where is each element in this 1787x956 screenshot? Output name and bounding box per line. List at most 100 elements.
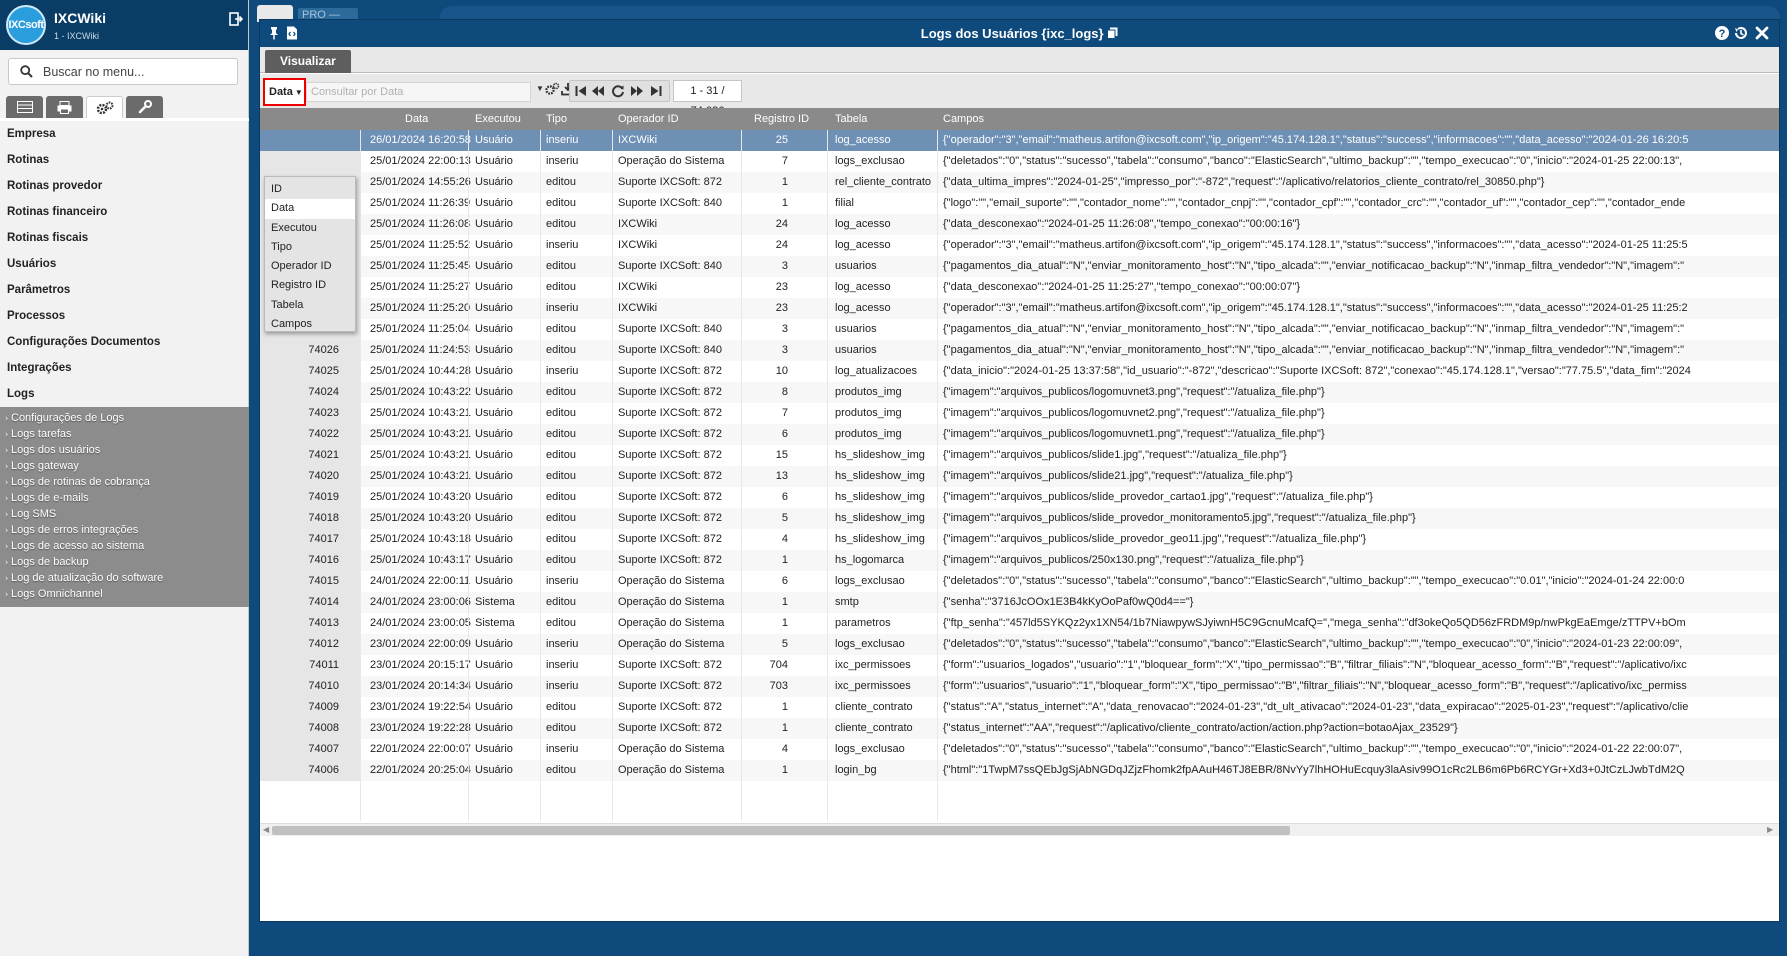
cell-executou: Usuário <box>475 239 513 251</box>
copy-icon[interactable] <box>1107 27 1118 39</box>
table-row[interactable]: 74012 23/01/2024 22:00:09 Usuário inseriu Op… <box>260 634 1779 655</box>
submenu-item[interactable]: › Logs de acesso ao sistema <box>0 538 249 554</box>
menu-item-logs[interactable]: Logs <box>0 381 249 407</box>
menu-item-processos[interactable]: Processos <box>0 303 249 329</box>
filter-column-select[interactable]: Data ▼ <box>263 78 306 106</box>
submenu-item[interactable]: › Log de atualização do software <box>0 570 249 586</box>
table-row[interactable]: 74011 23/01/2024 20:15:17 Usuário inseriu Su… <box>260 655 1779 676</box>
submenu-item[interactable]: › Log SMS <box>0 506 249 522</box>
first-page-icon[interactable] <box>574 84 588 98</box>
table-row[interactable]: 25/01/2024 14:55:26 Usuário editou Suporte … <box>260 172 1779 193</box>
menu-item-rotinas-provedor[interactable]: Rotinas provedor <box>0 173 249 199</box>
table-row[interactable]: 7403025/01/2024 11:25:45UsuárioeditouSup… <box>260 256 1779 277</box>
table-row[interactable]: 25/01/2024 11:26:39 Usuário editou Suporte … <box>260 193 1779 214</box>
submenu-item[interactable]: › Logs gateway <box>0 458 249 474</box>
option-registro-id[interactable]: Registro ID <box>265 276 355 295</box>
previous-page-icon[interactable] <box>591 84 605 98</box>
window-titlebar[interactable]: Logs dos Usuários {ixc_logs} ? <box>260 20 1779 47</box>
table-row[interactable]: 74008 23/01/2024 19:22:28 Usuário editou Sup… <box>260 718 1779 739</box>
table-row[interactable]: 74006 22/01/2024 20:25:04 Usuário editou Ope… <box>260 760 1779 781</box>
table-row[interactable]: 7402925/01/2024 11:25:27UsuárioeditouIXC… <box>260 277 1779 298</box>
next-page-icon[interactable] <box>630 84 644 98</box>
menu-item-rotinas[interactable]: Rotinas <box>0 147 249 173</box>
table-row[interactable]: 25/01/2024 11:25:52 Usuário inseriu IXCWiki… <box>260 235 1779 256</box>
filter-dropdown-icon[interactable]: ▼ <box>536 84 544 93</box>
table-row[interactable]: 7402825/01/2024 11:25:20UsuárioinseriuIX… <box>260 298 1779 319</box>
help-icon[interactable]: ? <box>1714 25 1730 41</box>
close-icon[interactable] <box>1754 25 1770 41</box>
scrollbar-thumb[interactable] <box>272 826 1290 835</box>
cell-id: 74017 <box>260 529 360 550</box>
table-row[interactable]: 74020 25/01/2024 10:43:21 Usuário editou Sup… <box>260 466 1779 487</box>
option-id[interactable]: ID <box>265 180 355 199</box>
tab-visualizar[interactable]: Visualizar <box>265 50 351 73</box>
table-row[interactable]: 74025 25/01/2024 10:44:28 Usuário inseriu Su… <box>260 361 1779 382</box>
submenu-item[interactable]: › Logs Omnichannel <box>0 586 249 602</box>
column-header-operador-id[interactable]: Operador ID <box>618 108 679 130</box>
table-row[interactable]: 74026 25/01/2024 11:24:53 Usuário editou Sup… <box>260 340 1779 361</box>
cell-registro-id: 25 <box>775 134 788 146</box>
cell-tipo: inseriu <box>546 575 579 587</box>
option-executou[interactable]: Executou <box>265 219 355 238</box>
submenu-item[interactable]: › Logs de backup <box>0 554 249 570</box>
column-header-tabela[interactable]: Tabela <box>835 108 867 130</box>
menu-item-rotinas-fiscais[interactable]: Rotinas fiscais <box>0 225 249 251</box>
table-row[interactable]: 74024 25/01/2024 10:43:22 Usuário editou Sup… <box>260 382 1779 403</box>
option-operador-id[interactable]: Operador ID <box>265 257 355 276</box>
submenu-item[interactable]: › Logs tarefas <box>0 426 249 442</box>
submenu-item[interactable]: › Logs de e-mails <box>0 490 249 506</box>
table-row[interactable]: 74014 24/01/2024 23:00:06 Sistema editou Ope… <box>260 592 1779 613</box>
scroll-left-icon[interactable]: ◀ <box>263 825 269 834</box>
submenu-item[interactable]: › Logs de erros integrações <box>0 522 249 538</box>
tab-settings[interactable] <box>86 96 123 118</box>
column-header-registro-id[interactable]: Registro ID <box>754 108 809 130</box>
table-row[interactable]: 74023 25/01/2024 10:43:21 Usuário editou Sup… <box>260 403 1779 424</box>
submenu-item[interactable]: › Logs dos usuários <box>0 442 249 458</box>
table-row[interactable]: 74016 25/01/2024 10:43:17 Usuário editou Sup… <box>260 550 1779 571</box>
menu-item-rotinas-financeiro[interactable]: Rotinas financeiro <box>0 199 249 225</box>
column-header-campos[interactable]: Campos <box>943 108 984 130</box>
option-data[interactable]: Data <box>265 199 355 219</box>
submenu-item[interactable]: › Logs de rotinas de cobrança <box>0 474 249 490</box>
scroll-right-icon[interactable]: ▶ <box>1767 825 1773 834</box>
menu-item-empresa[interactable]: Empresa <box>0 121 249 147</box>
logout-icon[interactable] <box>229 12 243 26</box>
table-row[interactable]: 74017 25/01/2024 10:43:18 Usuário editou Sup… <box>260 529 1779 550</box>
advanced-filter-icon[interactable] <box>544 81 560 97</box>
table-row[interactable]: 74007 22/01/2024 22:00:07 Usuário inseriu Op… <box>260 739 1779 760</box>
menu-item-usuarios[interactable]: Usuários <box>0 251 249 277</box>
table-row[interactable]: 7402725/01/2024 11:25:04UsuárioeditouSup… <box>260 319 1779 340</box>
menu-item-parametros[interactable]: Parâmetros <box>0 277 249 303</box>
option-tabela[interactable]: Tabela <box>265 296 355 315</box>
cell-tabela: usuarios <box>835 344 877 356</box>
tab-list[interactable] <box>6 96 43 118</box>
column-header-data[interactable]: Data <box>405 108 428 130</box>
column-header-tipo[interactable]: Tipo <box>546 108 567 130</box>
table-row[interactable]: 74010 23/01/2024 20:14:34 Usuário inseriu Su… <box>260 676 1779 697</box>
table-row[interactable]: 74009 23/01/2024 19:22:54 Usuário editou Sup… <box>260 697 1779 718</box>
table-row[interactable]: 74021 25/01/2024 10:43:21 Usuário editou Sup… <box>260 445 1779 466</box>
table-row[interactable]: 26/01/2024 16:20:58 Usuário inseriu IXCWiki… <box>260 130 1779 151</box>
menu-search-input[interactable]: Buscar no menu... <box>8 58 238 85</box>
table-row[interactable]: 74015 24/01/2024 22:00:11 Usuário inseriu Op… <box>260 571 1779 592</box>
tab-tools[interactable] <box>126 96 163 118</box>
table-row[interactable]: 74013 24/01/2024 23:00:05 Sistema editou Ope… <box>260 613 1779 634</box>
history-icon[interactable] <box>1733 25 1749 41</box>
table-row[interactable]: 25/01/2024 11:26:08 Usuário editou IXCWiki 2… <box>260 214 1779 235</box>
menu-item-configuracoes-documentos[interactable]: Configurações Documentos <box>0 329 249 355</box>
table-row[interactable]: 74018 25/01/2024 10:43:20 Usuário editou Sup… <box>260 508 1779 529</box>
submenu-item[interactable]: › Configurações de Logs <box>0 410 249 426</box>
menu-item-integracoes[interactable]: Integrações <box>0 355 249 381</box>
cell-executou: Usuário <box>475 134 513 146</box>
table-row[interactable]: 74019 25/01/2024 10:43:20 Usuário editou Sup… <box>260 487 1779 508</box>
column-header-executou[interactable]: Executou <box>475 108 521 130</box>
horizontal-scrollbar[interactable]: ◀ ▶ <box>260 823 1779 836</box>
option-tipo[interactable]: Tipo <box>265 238 355 257</box>
filter-search-input[interactable]: Consultar por Data <box>306 82 531 102</box>
last-page-icon[interactable] <box>649 84 663 98</box>
refresh-icon[interactable] <box>611 84 625 98</box>
table-row[interactable]: 25/01/2024 22:00:13 Usuário inseriu Operaçã… <box>260 151 1779 172</box>
tab-print[interactable] <box>46 96 83 118</box>
table-row[interactable]: 74022 25/01/2024 10:43:21 Usuário editou Sup… <box>260 424 1779 445</box>
option-campos[interactable]: Campos <box>265 315 355 334</box>
